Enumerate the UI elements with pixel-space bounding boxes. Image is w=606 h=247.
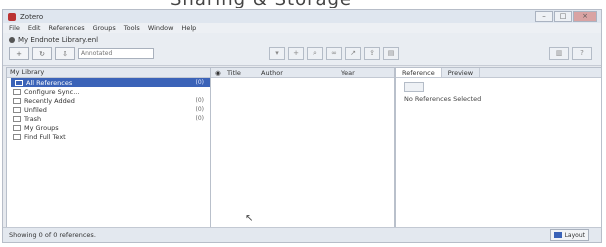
layout-label: Layout (564, 231, 585, 239)
collections-pane: My Library All References (0) Configure … (6, 67, 211, 229)
no-reference-message: No References Selected (404, 95, 482, 103)
title-bar: Zotero – □ × (3, 10, 601, 23)
window-controls: – □ × (534, 11, 597, 22)
tree-item-count: (0) (195, 106, 205, 113)
app-icon (8, 12, 16, 21)
tree-item-label: Trash (24, 114, 42, 123)
dropdown-arrow-icon[interactable]: ▾ (269, 47, 285, 60)
search-input[interactable] (78, 48, 154, 59)
menu-edit[interactable]: Edit (28, 24, 41, 32)
tree-item-trash[interactable]: Trash (0) (7, 114, 210, 123)
open-link-icon[interactable]: ↗ (345, 47, 361, 60)
tree-item-label: My Groups (24, 123, 59, 132)
status-text: Showing 0 of 0 references. (9, 231, 96, 239)
help-icon[interactable]: ? (572, 47, 592, 60)
library-icon (9, 37, 15, 43)
tree-item-configure-sync[interactable]: Configure Sync... (7, 87, 210, 96)
mouse-cursor-icon: ↖ (245, 213, 254, 224)
library-title-row: My Endnote Library.enl (9, 36, 98, 44)
menu-groups[interactable]: Groups (93, 24, 116, 32)
layout-icon (553, 232, 562, 238)
minimize-button[interactable]: – (535, 11, 553, 22)
sync-button[interactable]: ↻ (32, 47, 52, 60)
trash-icon (13, 115, 21, 122)
maximize-button[interactable]: □ (554, 11, 572, 22)
unfiled-icon (13, 106, 21, 113)
reference-list-pane: ◉ Title Author Year ↖ (210, 67, 395, 229)
tree-item-count: (0) (195, 79, 205, 86)
attach-icon[interactable]: ∞ (326, 47, 342, 60)
groups-icon (13, 124, 21, 131)
toolbar-left: + ↻ ⇩ (9, 47, 154, 60)
find-text-icon (13, 133, 21, 140)
menu-references[interactable]: References (48, 24, 84, 32)
tree-item-unfiled[interactable]: Unfiled (0) (7, 105, 210, 114)
info-tabs: Reference Preview (396, 68, 601, 78)
menu-tools[interactable]: Tools (124, 24, 140, 32)
menu-help[interactable]: Help (181, 24, 196, 32)
tab-preview[interactable]: Preview (442, 68, 481, 77)
share-icon[interactable]: ⇪ (364, 47, 380, 60)
library-title: My Endnote Library.enl (18, 36, 99, 44)
tree-item-my-groups[interactable]: My Groups (7, 123, 210, 132)
tree-header: My Library (7, 68, 210, 78)
folder-icon (15, 79, 23, 86)
column-title[interactable]: Title (227, 69, 241, 77)
tree-item-count: (0) (195, 97, 205, 104)
clock-icon (13, 97, 21, 104)
layout-icon[interactable]: ▥ (549, 47, 569, 60)
menu-bar: File Edit References Groups Tools Window… (3, 23, 601, 33)
close-button[interactable]: × (573, 11, 597, 22)
reference-info-pane: Reference Preview No References Selected (395, 67, 602, 229)
window-title: Zotero (20, 12, 44, 21)
status-bar: Showing 0 of 0 references. Layout (3, 227, 601, 242)
tree-item-label: Unfiled (24, 105, 47, 114)
sync-icon (13, 88, 21, 95)
reference-list-header: ◉ Title Author Year (211, 68, 394, 78)
column-year[interactable]: Year (341, 69, 355, 77)
info-tool-button[interactable] (404, 82, 424, 92)
menu-file[interactable]: File (9, 24, 20, 32)
tree-item-recently-added[interactable]: Recently Added (0) (7, 96, 210, 105)
toolbar-far-right: ▥ ? (549, 47, 595, 60)
app-window: Zotero – □ × File Edit References Groups… (2, 9, 602, 243)
attachment-column-icon[interactable]: ◉ (215, 69, 221, 77)
print-icon[interactable]: ▤ (383, 47, 399, 60)
import-button[interactable]: ⇩ (55, 47, 75, 60)
tree-item-count: (0) (195, 115, 205, 122)
tree-item-all-references[interactable]: All References (0) (11, 78, 210, 87)
tree-item-find-full-text[interactable]: Find Full Text (7, 132, 210, 141)
tree-item-label: All References (26, 78, 73, 87)
toolbar-right: ▾ + ⌕ ∞ ↗ ⇪ ▤ (269, 47, 402, 60)
tree-item-label: Recently Added (24, 96, 75, 105)
menu-window[interactable]: Window (148, 24, 174, 32)
layout-button[interactable]: Layout (549, 229, 589, 241)
top-overhang: Sharing & Storage (0, 0, 606, 8)
tree-item-label: Configure Sync... (24, 87, 80, 96)
new-reference-icon[interactable]: + (288, 47, 304, 60)
toolbar: My Endnote Library.enl + ↻ ⇩ ▾ + ⌕ ∞ ↗ ⇪… (3, 33, 601, 66)
tab-reference[interactable]: Reference (396, 68, 442, 77)
new-collection-button[interactable]: + (9, 47, 29, 60)
find-icon[interactable]: ⌕ (307, 47, 323, 60)
tree-item-label: Find Full Text (24, 132, 66, 141)
overhang-text: Sharing & Storage (170, 0, 352, 8)
column-author[interactable]: Author (261, 69, 283, 77)
